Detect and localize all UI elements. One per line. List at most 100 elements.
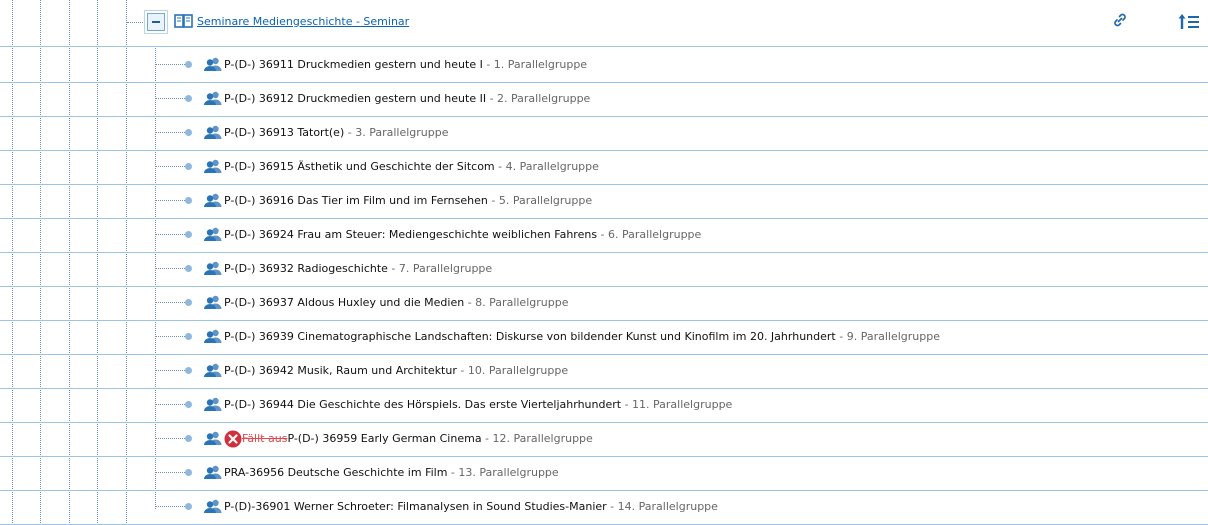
book-icon xyxy=(174,14,193,28)
course-title[interactable]: PRA-36956 Deutsche Geschichte im Film xyxy=(224,466,447,479)
course-title[interactable]: P-(D-) 36942 Musik, Raum und Architektur xyxy=(224,364,457,377)
course-title-link[interactable]: Seminare Mediengeschichte - Seminar xyxy=(197,15,409,28)
collapse-toggle-button[interactable] xyxy=(147,13,165,31)
course-entry-text: P-(D-) 36942 Musik, Raum und Architektur… xyxy=(224,364,568,377)
course-entry-text: P-(D-) 36912 Druckmedien gestern und heu… xyxy=(224,92,590,105)
course-entry-text: P-(D-) 36937 Aldous Huxley und die Medie… xyxy=(224,296,568,309)
parallel-group-label: - 13. Parallelgruppe xyxy=(447,466,559,479)
tree-row: Fällt ausP-(D-) 36959 Early German Cinem… xyxy=(0,422,1208,457)
tree-row: P-(D-) 36912 Druckmedien gestern und heu… xyxy=(0,82,1208,117)
tree-node-bullet xyxy=(185,435,192,442)
link-icon[interactable] xyxy=(1112,12,1128,28)
course-entry-text: P-(D-) 36939 Cinematographische Landscha… xyxy=(224,330,940,343)
tree-node-bullet xyxy=(185,163,192,170)
tree-connector xyxy=(155,336,185,337)
course-entry-text: P-(D-) 36932 Radiogeschichte - 7. Parall… xyxy=(224,262,492,275)
tree-node-bullet xyxy=(185,469,192,476)
tree-row: P-(D-) 36911 Druckmedien gestern und heu… xyxy=(0,48,1208,83)
sort-icon[interactable] xyxy=(1178,13,1200,31)
tree-row: P-(D-) 36939 Cinematographische Landscha… xyxy=(0,320,1208,355)
people-icon xyxy=(203,227,223,244)
tree-row: P-(D-) 36932 Radiogeschichte - 7. Parall… xyxy=(0,252,1208,287)
tree-connector xyxy=(127,22,145,23)
course-entry-text: P-(D)-36901 Werner Schroeter: Filmanalys… xyxy=(224,500,718,513)
people-icon xyxy=(203,57,223,74)
parallel-group-label: - 14. Parallelgruppe xyxy=(606,500,718,513)
course-title[interactable]: P-(D-) 36915 Ästhetik und Geschichte der… xyxy=(224,160,495,173)
course-title[interactable]: P-(D-) 36913 Tatort(e) xyxy=(224,126,344,139)
tree-row: P-(D-) 36915 Ästhetik und Geschichte der… xyxy=(0,150,1208,185)
parallel-group-label: - 11. Parallelgruppe xyxy=(621,398,733,411)
course-title[interactable]: P-(D-) 36911 Druckmedien gestern und heu… xyxy=(224,58,483,71)
course-entry-text: Fällt ausP-(D-) 36959 Early German Cinem… xyxy=(242,432,593,445)
tree-connector xyxy=(155,166,185,167)
tree-connector xyxy=(155,302,185,303)
parallel-group-label: - 3. Parallelgruppe xyxy=(344,126,449,139)
parallel-group-label: - 1. Parallelgruppe xyxy=(482,58,588,71)
tree-row: P-(D-) 36913 Tatort(e) - 3. Parallelgrup… xyxy=(0,116,1208,151)
parallel-group-label: - 7. Parallelgruppe xyxy=(387,262,493,275)
parallel-group-label: - 9. Parallelgruppe xyxy=(835,330,940,343)
course-entry-text: P-(D-) 36913 Tatort(e) - 3. Parallelgrup… xyxy=(224,126,449,139)
people-icon xyxy=(203,397,223,414)
tree-connector xyxy=(155,234,185,235)
tree-node-bullet xyxy=(185,129,192,136)
collapse-minus-icon xyxy=(152,21,160,23)
course-entry-text: PRA-36956 Deutsche Geschichte im Film - … xyxy=(224,466,559,479)
tree-node-bullet xyxy=(185,333,192,340)
tree-connector xyxy=(155,370,185,371)
tree-row: P-(D-) 36944 Die Geschichte des Hörspiel… xyxy=(0,388,1208,423)
course-title[interactable]: P-(D-) 36916 Das Tier im Film und im Fer… xyxy=(224,194,488,207)
course-title[interactable]: P-(D-) 36944 Die Geschichte des Hörspiel… xyxy=(224,398,621,411)
tree-row: P-(D-) 36924 Frau am Steuer: Mediengesch… xyxy=(0,218,1208,253)
tree-node-bullet xyxy=(185,231,192,238)
course-entry-text: P-(D-) 36944 Die Geschichte des Hörspiel… xyxy=(224,398,732,411)
tree-connector xyxy=(155,268,185,269)
course-title[interactable]: P-(D-) 36937 Aldous Huxley und die Medie… xyxy=(224,296,464,309)
tree-node-bullet xyxy=(185,61,192,68)
tree-connector xyxy=(155,132,185,133)
tree-node-bullet xyxy=(185,265,192,272)
course-entry-text: P-(D-) 36915 Ästhetik und Geschichte der… xyxy=(224,160,599,173)
course-entry-text: P-(D-) 36911 Druckmedien gestern und heu… xyxy=(224,58,587,71)
course-header-row: Seminare Mediengeschichte - Seminar xyxy=(0,0,1208,47)
parallel-group-label: - 12. Parallelgruppe xyxy=(481,432,593,445)
tree-node-bullet xyxy=(185,95,192,102)
parallel-group-label: - 4. Parallelgruppe xyxy=(494,160,599,173)
tree-connector xyxy=(155,472,185,473)
people-icon xyxy=(203,91,223,108)
tree-connector xyxy=(155,200,185,201)
tree-row: PRA-36956 Deutsche Geschichte im Film - … xyxy=(0,456,1208,491)
tree-row: P-(D-) 36937 Aldous Huxley und die Medie… xyxy=(0,286,1208,321)
tree-node-bullet xyxy=(185,503,192,510)
tree-node-bullet xyxy=(185,367,192,374)
course-title[interactable]: P-(D-) 36912 Druckmedien gestern und heu… xyxy=(224,92,486,105)
people-icon xyxy=(203,261,223,278)
tree-row: P-(D)-36901 Werner Schroeter: Filmanalys… xyxy=(0,490,1208,525)
course-title[interactable]: P-(D)-36901 Werner Schroeter: Filmanalys… xyxy=(224,500,607,513)
people-icon xyxy=(203,363,223,380)
cancel-icon xyxy=(224,430,242,451)
people-icon xyxy=(203,431,223,448)
course-entry-text: P-(D-) 36924 Frau am Steuer: Mediengesch… xyxy=(224,228,701,241)
tree-connector xyxy=(155,98,185,99)
tree-node-bullet xyxy=(185,197,192,204)
tree-row: P-(D-) 36942 Musik, Raum und Architektur… xyxy=(0,354,1208,389)
people-icon xyxy=(203,125,223,142)
tree-connector xyxy=(155,64,185,65)
tree-connector xyxy=(155,438,185,439)
tree-connector xyxy=(155,506,185,507)
people-icon xyxy=(203,159,223,176)
cancelled-status: Fällt aus xyxy=(242,432,288,445)
people-icon xyxy=(203,295,223,312)
course-title[interactable]: P-(D-) 36959 Early German Cinema xyxy=(287,432,481,445)
parallel-group-label: - 2. Parallelgruppe xyxy=(486,92,591,105)
course-title[interactable]: P-(D-) 36932 Radiogeschichte xyxy=(224,262,388,275)
parallel-group-label: - 10. Parallelgruppe xyxy=(456,364,569,377)
parallel-group-label: - 6. Parallelgruppe xyxy=(597,228,702,241)
course-title[interactable]: P-(D-) 36939 Cinematographische Landscha… xyxy=(224,330,836,343)
course-title[interactable]: P-(D-) 36924 Frau am Steuer: Mediengesch… xyxy=(224,228,597,241)
tree-node-bullet xyxy=(185,299,192,306)
people-icon xyxy=(203,193,223,210)
course-entry-text: P-(D-) 36916 Das Tier im Film und im Fer… xyxy=(224,194,592,207)
